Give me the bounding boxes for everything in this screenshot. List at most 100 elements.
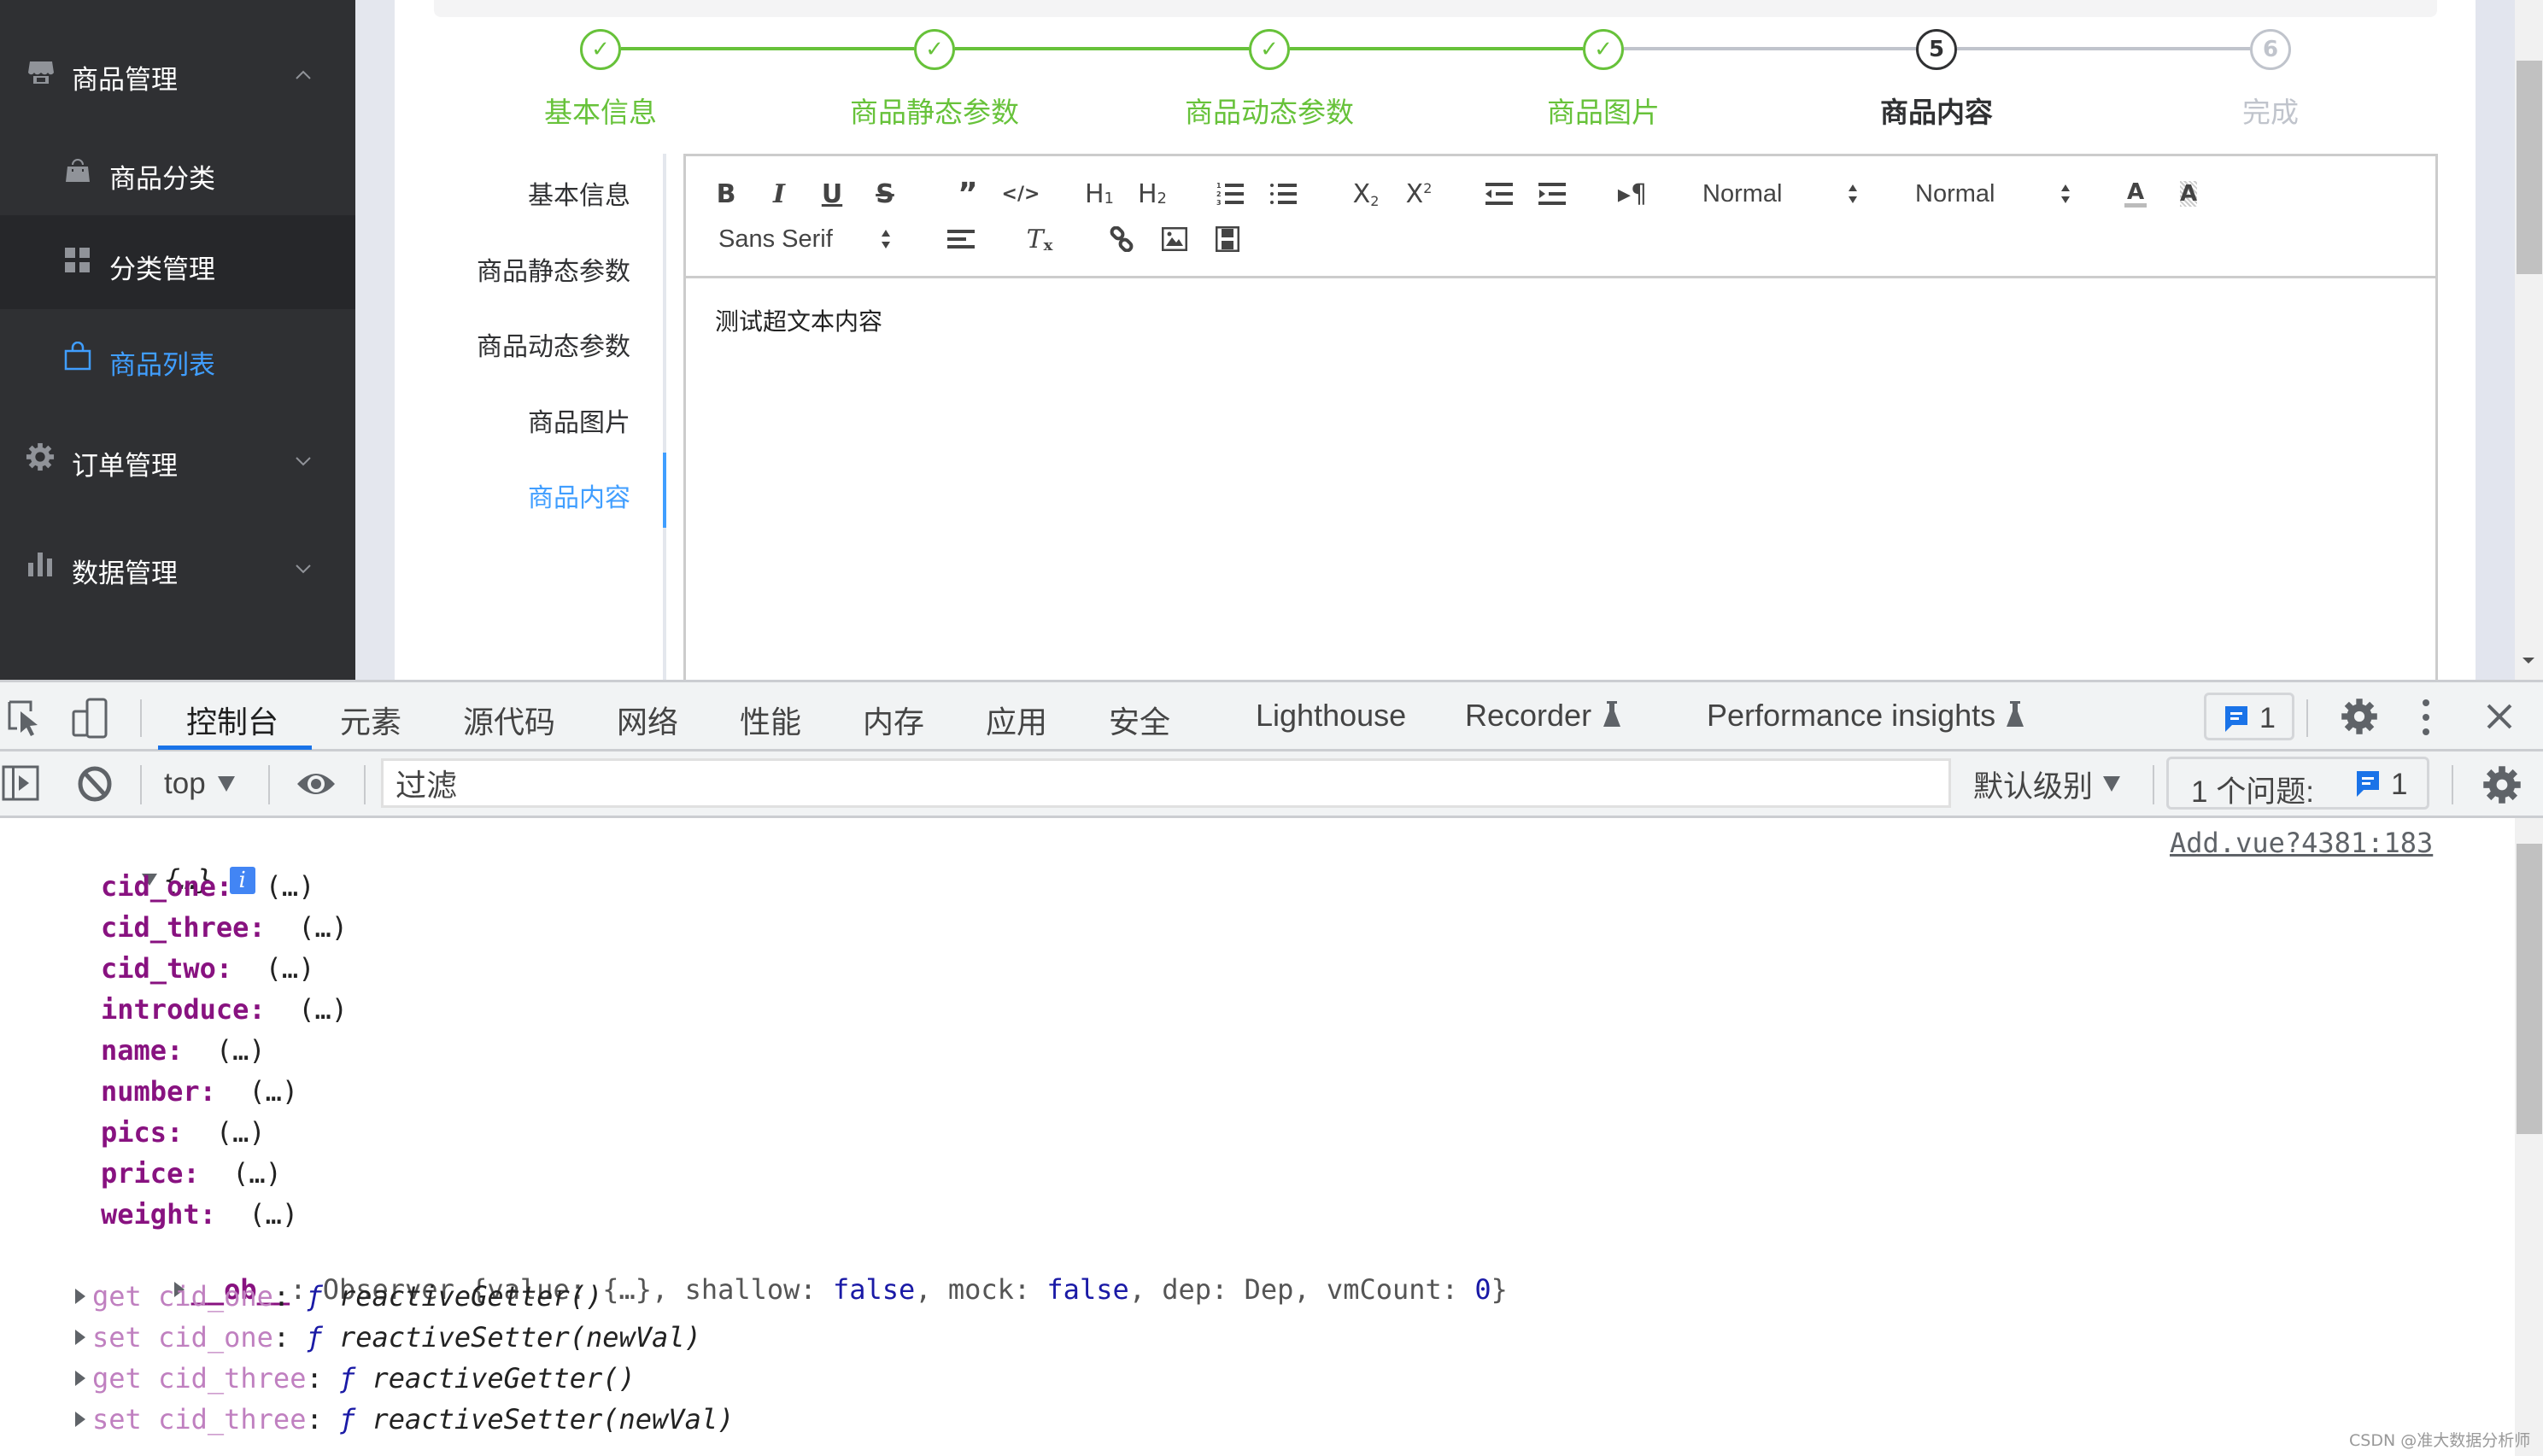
outdent-icon[interactable] xyxy=(1482,177,1516,211)
clear-console-icon[interactable] xyxy=(77,765,113,806)
devtools-tab-sources[interactable]: 源代码 xyxy=(463,698,555,742)
bold-icon[interactable]: B xyxy=(712,177,741,211)
devtools-tab-security[interactable]: 安全 xyxy=(1109,698,1170,742)
link-icon[interactable] xyxy=(1105,222,1139,256)
code-block-icon[interactable]: </> xyxy=(1002,177,1040,211)
console-scrollbar-thumb[interactable] xyxy=(2517,844,2542,1134)
devtools-tab-recorder[interactable]: Recorder xyxy=(1465,698,1591,734)
tab-basic-info[interactable]: 基本信息 xyxy=(528,174,630,212)
image-icon[interactable] xyxy=(1157,222,1192,256)
console-property-row[interactable]: pics: (…) xyxy=(101,1115,266,1149)
expand-triangle-icon[interactable] xyxy=(75,1289,85,1304)
prop-value-lazy[interactable]: (…) xyxy=(249,1075,298,1108)
indent-icon[interactable] xyxy=(1535,177,1569,211)
console-property-row[interactable]: weight: (…) xyxy=(101,1197,298,1231)
clear-format-icon[interactable]: Tx xyxy=(1022,222,1057,256)
more-options-icon[interactable] xyxy=(2421,698,2431,740)
issues-button[interactable]: 1 个问题: 1 xyxy=(2166,757,2429,810)
select-arrows-icon xyxy=(1849,184,1857,203)
console-accessor-row[interactable]: get cid_three: ƒ reactiveGetter() xyxy=(75,1361,636,1395)
sidebar-group-orders[interactable]: 订单管理 xyxy=(0,427,355,495)
subscript-icon[interactable]: X2 xyxy=(1349,177,1383,211)
devtools-tab-elements[interactable]: 元素 xyxy=(340,698,401,742)
console-property-row[interactable]: number: (…) xyxy=(101,1074,298,1108)
ordered-list-icon[interactable]: 123 xyxy=(1214,177,1248,211)
issues-count: 1 xyxy=(2391,768,2408,801)
blockquote-icon[interactable]: ” xyxy=(951,177,985,212)
tab-images[interactable]: 商品图片 xyxy=(528,401,630,439)
page-scrollbar-thumb[interactable] xyxy=(2517,61,2542,274)
console-property-row[interactable]: price: (…) xyxy=(101,1156,282,1190)
text-direction-icon[interactable]: ▸¶ xyxy=(1615,177,1649,211)
heading-1-icon[interactable]: H1 xyxy=(1081,177,1118,211)
devtools-tab-network[interactable]: 网络 xyxy=(617,698,678,742)
sidebar: 商品管理 商品分类 分类管理 商品列表 订单管理 数据管理 xyxy=(0,0,355,680)
device-toolbar-icon[interactable] xyxy=(72,698,109,742)
prop-value-lazy[interactable]: (…) xyxy=(216,1034,266,1067)
close-devtools-icon[interactable] xyxy=(2486,703,2513,734)
console-scrollbar[interactable] xyxy=(2515,818,2543,1456)
inspect-element-icon[interactable] xyxy=(7,699,41,740)
console-accessor-row[interactable]: get cid_one: ƒ reactiveGetter() xyxy=(75,1279,602,1313)
devtools-tab-performance-insights[interactable]: Performance insights xyxy=(1707,698,1995,734)
strikethrough-icon[interactable]: S xyxy=(870,177,899,211)
scroll-down-arrow-icon[interactable] xyxy=(2522,658,2534,664)
prop-value-lazy[interactable]: (…) xyxy=(266,870,315,903)
settings-gear-icon[interactable] xyxy=(2341,698,2378,739)
sidebar-item-goods-category[interactable]: 商品分类 xyxy=(0,135,355,213)
sidebar-item-category-manage[interactable]: 分类管理 xyxy=(0,215,355,309)
source-link[interactable]: Add.vue?4381:183 xyxy=(2170,827,2433,859)
heading-2-icon[interactable]: H2 xyxy=(1134,177,1171,211)
background-color-icon[interactable]: A xyxy=(2174,177,2203,211)
devtools-tab-console[interactable]: 控制台 xyxy=(186,698,278,742)
prop-value-lazy[interactable]: (…) xyxy=(249,1198,298,1231)
prop-value-lazy[interactable]: (…) xyxy=(298,993,348,1026)
prop-value-lazy[interactable]: (…) xyxy=(266,952,315,985)
sidebar-item-goods-list[interactable]: 商品列表 xyxy=(0,318,355,403)
align-icon[interactable] xyxy=(944,222,978,256)
tab-static-params[interactable]: 商品静态参数 xyxy=(477,250,630,288)
devtools-tab-application[interactable]: 应用 xyxy=(986,698,1047,742)
accessor-key: cid_three xyxy=(158,1362,307,1395)
sidebar-group-goods[interactable]: 商品管理 xyxy=(0,34,355,111)
bullet-list-icon[interactable] xyxy=(1267,177,1301,211)
tab-dynamic-params[interactable]: 商品动态参数 xyxy=(477,325,630,363)
console-filter-input[interactable]: 过滤 xyxy=(381,758,1951,808)
console-property-row[interactable]: name: (…) xyxy=(101,1033,266,1067)
expand-triangle-icon[interactable] xyxy=(75,1412,85,1427)
separator xyxy=(268,765,270,804)
header-select[interactable]: Normal xyxy=(1702,177,1873,211)
console-property-row[interactable]: cid_three: (…) xyxy=(101,910,348,944)
expand-triangle-icon[interactable] xyxy=(75,1330,85,1345)
context-select[interactable]: top xyxy=(164,762,235,806)
page-scrollbar[interactable] xyxy=(2515,0,2543,680)
expand-triangle-icon[interactable] xyxy=(75,1371,85,1386)
console-property-row[interactable]: introduce: (…) xyxy=(101,992,348,1026)
video-icon[interactable] xyxy=(1210,222,1245,256)
editor-content[interactable]: 测试超文本内容 xyxy=(715,303,882,337)
devtools-tab-memory[interactable]: 内存 xyxy=(863,698,924,742)
tab-content[interactable]: 商品内容 xyxy=(528,477,630,514)
console-accessor-row[interactable]: set cid_three: ƒ reactiveSetter(newVal) xyxy=(75,1402,734,1436)
text-color-icon[interactable]: A xyxy=(2121,177,2150,211)
accessor-fn: reactiveSetter(newVal) xyxy=(338,1321,701,1354)
devtools-tab-lighthouse[interactable]: Lighthouse xyxy=(1256,698,1406,734)
console-property-row[interactable]: cid_one: (…) xyxy=(101,869,314,903)
console-accessor-row[interactable]: set cid_one: ƒ reactiveSetter(newVal) xyxy=(75,1320,701,1354)
sidebar-group-data[interactable]: 数据管理 xyxy=(0,533,355,601)
superscript-icon[interactable]: X2 xyxy=(1402,177,1436,211)
devtools-tab-performance[interactable]: 性能 xyxy=(740,698,801,742)
console-property-row[interactable]: cid_two: (…) xyxy=(101,951,314,985)
console-settings-gear-icon[interactable] xyxy=(2482,765,2522,808)
live-expression-eye-icon[interactable] xyxy=(296,769,337,803)
size-select[interactable]: Normal xyxy=(1915,177,2086,211)
prop-value-lazy[interactable]: (…) xyxy=(216,1116,266,1149)
font-select[interactable]: Sans Serif xyxy=(718,222,890,256)
italic-icon[interactable]: I xyxy=(765,177,794,211)
sidebar-toggle-icon[interactable] xyxy=(2,765,39,804)
prop-value-lazy[interactable]: (…) xyxy=(232,1157,282,1190)
prop-value-lazy[interactable]: (…) xyxy=(298,911,348,944)
issues-badge-button[interactable]: 1 xyxy=(2204,693,2294,740)
underline-icon[interactable]: U xyxy=(817,177,847,211)
log-level-select[interactable]: 默认级别 xyxy=(1973,762,2121,806)
